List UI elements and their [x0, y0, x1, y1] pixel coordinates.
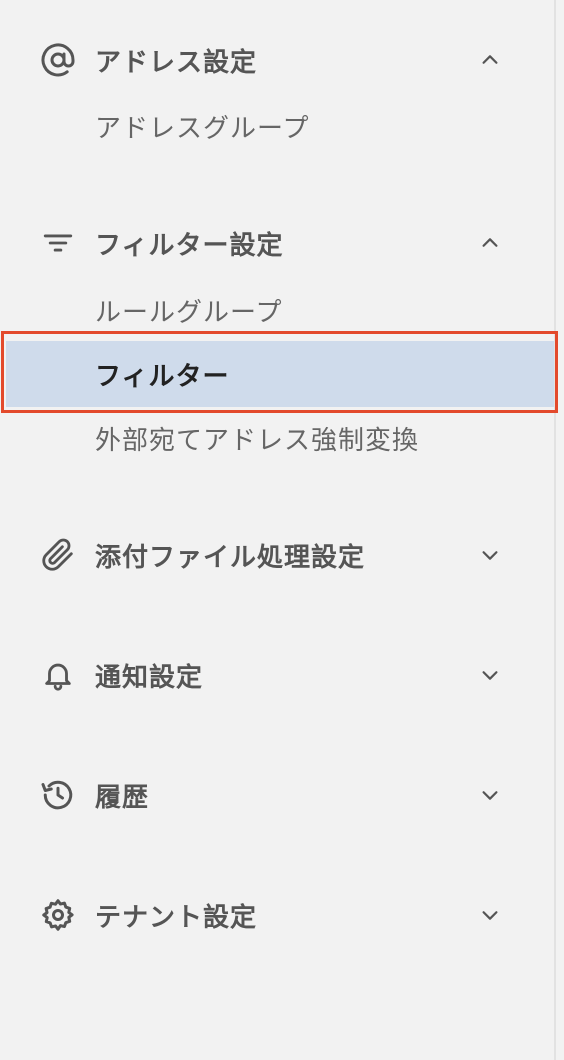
section-address-settings[interactable]: アドレス設定 — [0, 30, 556, 90]
section-notification-settings[interactable]: 通知設定 — [0, 645, 556, 705]
nav-item-label: ルールグループ — [95, 297, 283, 328]
at-icon — [38, 40, 78, 80]
section-tenant-settings[interactable]: テナント設定 — [0, 885, 556, 945]
nav-item-label: フィルター — [95, 361, 230, 392]
chevron-down-icon[interactable] — [474, 899, 506, 931]
gear-icon — [38, 895, 78, 935]
chevron-down-icon[interactable] — [474, 659, 506, 691]
section-history[interactable]: 履歴 — [0, 765, 556, 825]
section-label: 添付ファイル処理設定 — [95, 542, 366, 573]
section-label: 履歴 — [95, 782, 150, 813]
nav-item-rule-group[interactable]: ルールグループ — [0, 280, 556, 340]
filter-icon — [38, 223, 78, 263]
chevron-up-icon[interactable] — [474, 44, 506, 76]
nav-item-filter-active[interactable]: フィルター — [6, 341, 554, 407]
paperclip-icon — [38, 535, 78, 575]
nav-item-label: アドレスグループ — [95, 113, 310, 144]
chevron-down-icon[interactable] — [474, 779, 506, 811]
section-attachment-settings[interactable]: 添付ファイル処理設定 — [0, 525, 556, 585]
section-filter-settings[interactable]: フィルター設定 — [0, 213, 556, 273]
nav-item-address-group[interactable]: アドレスグループ — [0, 96, 556, 156]
section-label: フィルター設定 — [95, 230, 284, 261]
nav-item-external-address-conversion[interactable]: 外部宛てアドレス強制変換 — [0, 408, 556, 468]
section-label: アドレス設定 — [95, 47, 258, 78]
section-label: テナント設定 — [95, 902, 258, 933]
sidebar-nav: アドレス設定 アドレスグループ フィルター設定 ルールグループ フィルター 外部… — [0, 0, 558, 1060]
chevron-up-icon[interactable] — [474, 227, 506, 259]
history-icon — [38, 775, 78, 815]
bell-icon — [38, 655, 78, 695]
chevron-down-icon[interactable] — [474, 539, 506, 571]
nav-item-label: 外部宛てアドレス強制変換 — [95, 425, 420, 456]
section-label: 通知設定 — [95, 662, 204, 693]
